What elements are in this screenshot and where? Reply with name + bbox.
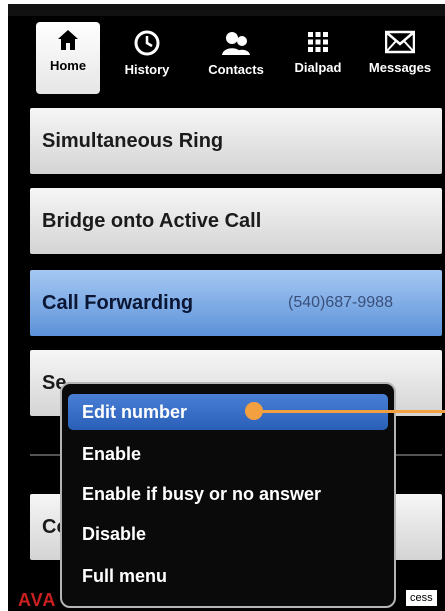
tab-bar: Home History Contacts Dialpad Messages xyxy=(8,16,445,94)
home-icon xyxy=(58,30,78,50)
row-label: Simultaneous Ring xyxy=(42,129,224,152)
callout-marker xyxy=(245,402,263,420)
tab-label: Contacts xyxy=(208,62,264,77)
simultaneous-ring-row[interactable]: Simultaneous Ring xyxy=(30,108,442,174)
menu-label: Disable xyxy=(82,523,147,544)
bridge-active-call-row[interactable]: Bridge onto Active Call xyxy=(30,188,442,254)
menu-label: Edit number xyxy=(82,401,188,422)
menu-item-disable[interactable]: Disable xyxy=(68,516,388,552)
tab-home[interactable]: Home xyxy=(36,22,100,94)
row-label: Call Forwarding xyxy=(42,291,194,314)
callout-line xyxy=(258,410,445,413)
tab-messages[interactable]: Messages xyxy=(358,24,442,90)
menu-label: Enable xyxy=(82,443,142,464)
menu-label: Full menu xyxy=(82,565,167,586)
tab-contacts[interactable]: Contacts xyxy=(194,24,278,90)
tab-label: History xyxy=(124,62,170,77)
menu-item-enable-busy[interactable]: Enable if busy or no answer xyxy=(68,476,388,512)
tab-dialpad[interactable]: Dialpad xyxy=(286,24,350,90)
tab-label: Messages xyxy=(368,60,432,75)
row-label: Bridge onto Active Call xyxy=(42,209,262,232)
menu-item-full-menu[interactable]: Full menu xyxy=(68,558,388,594)
brand-logo: AVA xyxy=(18,590,57,610)
tab-history[interactable]: History xyxy=(112,24,182,90)
clock-icon xyxy=(134,30,160,56)
menu-label: Enable if busy or no answer xyxy=(82,483,322,504)
access-label: cess xyxy=(406,590,437,606)
dialpad-icon xyxy=(308,32,328,52)
envelope-icon xyxy=(385,30,415,54)
forwarding-number: (540)687-9988 xyxy=(288,294,393,311)
context-menu: Edit number Enable Enable if busy or no … xyxy=(60,382,396,608)
menu-item-enable[interactable]: Enable xyxy=(68,436,388,472)
tab-label: Dialpad xyxy=(294,60,342,75)
tab-label: Home xyxy=(49,58,87,73)
contacts-icon xyxy=(222,32,250,55)
call-forwarding-row[interactable]: Call Forwarding (540)687-9988 xyxy=(30,270,442,336)
